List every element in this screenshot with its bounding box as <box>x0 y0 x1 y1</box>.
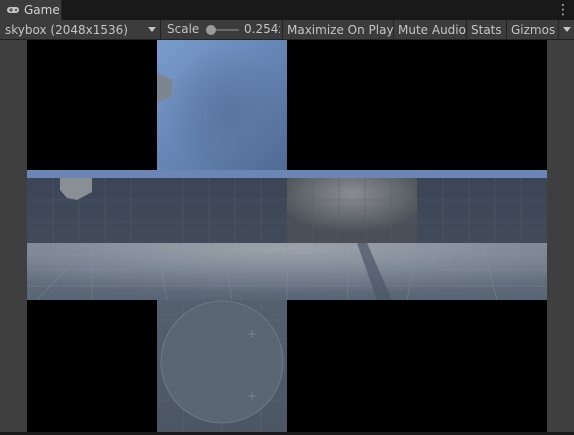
ground-disc <box>160 300 284 424</box>
gizmos-toggle[interactable]: Gizmos <box>507 20 559 39</box>
gizmos-dropdown[interactable] <box>559 20 574 39</box>
game-view[interactable] <box>0 40 574 432</box>
maximize-on-play-toggle[interactable]: Maximize On Play <box>283 20 394 39</box>
more-options-icon[interactable]: ⋮ <box>556 1 570 19</box>
skybox-cubemap-render <box>27 40 547 432</box>
stats-label: Stats <box>471 22 502 37</box>
tab-strip: Game ⋮ <box>0 0 574 20</box>
cubemap-face-front <box>287 178 417 243</box>
gizmos-label: Gizmos <box>511 22 556 37</box>
mute-audio-toggle[interactable]: Mute Audio <box>394 20 467 39</box>
scale-label: Scale <box>167 22 200 36</box>
scale-control[interactable]: Scale 0.254x <box>161 20 283 39</box>
tab-game[interactable]: Game <box>0 0 62 20</box>
scale-value: 0.254x <box>244 22 280 36</box>
chevron-down-icon <box>148 27 156 32</box>
display-dropdown-label: skybox (2048x1536) <box>5 22 128 37</box>
maximize-on-play-label: Maximize On Play <box>287 22 394 37</box>
chevron-down-icon <box>563 27 571 32</box>
gamepad-icon <box>7 7 19 13</box>
scale-slider-thumb[interactable] <box>206 25 216 35</box>
tab-game-label: Game <box>24 3 60 17</box>
game-toolbar: skybox (2048x1536) Scale 0.254x Maximize… <box>0 20 574 40</box>
mute-audio-label: Mute Audio <box>398 22 466 37</box>
stats-toggle[interactable]: Stats <box>467 20 507 39</box>
game-viewport[interactable] <box>27 40 547 432</box>
display-dropdown[interactable]: skybox (2048x1536) <box>0 20 161 39</box>
